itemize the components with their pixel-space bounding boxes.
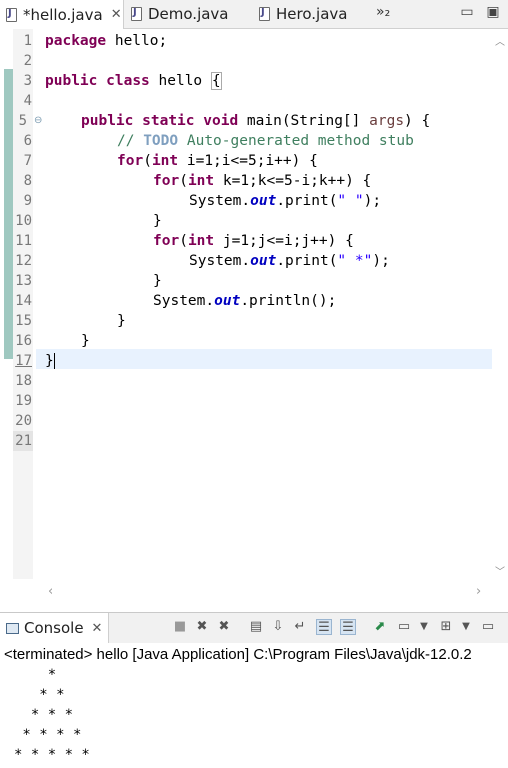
show-on-stdout-icon[interactable]: ☰: [316, 619, 332, 635]
code-line-16: }: [81, 333, 90, 349]
tab-overflow-button[interactable]: »₂: [376, 4, 390, 20]
java-file-icon: [259, 7, 270, 21]
tab-hello-java[interactable]: *hello.java ✕: [0, 0, 124, 29]
vertical-scrollbar[interactable]: ︿ ﹀: [492, 29, 508, 579]
line-number: 19: [15, 393, 32, 409]
line-number: 4: [23, 93, 32, 109]
open-console-icon[interactable]: ⊞: [438, 619, 454, 635]
minimize-icon[interactable]: ▭: [458, 3, 476, 21]
line-number: 16: [15, 333, 32, 349]
line-number: 15: [15, 313, 32, 329]
line-number: 21: [13, 431, 33, 451]
code-line-13: }: [153, 273, 162, 289]
code-line-5: public static void main(String[] args) {: [81, 113, 431, 129]
pin-console-icon[interactable]: ⬈: [372, 619, 388, 635]
code-line-6: // TODO Auto-generated method stub: [117, 133, 414, 149]
scroll-up-icon[interactable]: ︿: [495, 33, 505, 48]
line-number: 20: [15, 413, 32, 429]
change-marker: [4, 69, 13, 359]
output-line: * * *: [14, 707, 74, 723]
fold-collapse-icon[interactable]: ⊖: [34, 115, 42, 126]
editor-tab-bar: *hello.java ✕ Demo.java Hero.java »₂ ▭ ▣: [0, 0, 508, 29]
close-console-icon[interactable]: ✕: [92, 621, 103, 636]
java-file-icon: [6, 7, 17, 22]
tab-label: Demo.java: [148, 5, 229, 23]
code-line-9: System.out.print(" ");: [189, 193, 382, 209]
quick-diff-gutter: [0, 29, 13, 607]
console-icon: [6, 622, 19, 634]
output-line: * *: [14, 687, 65, 703]
code-line-11: for(int j=1;j<=i;j++) {: [153, 233, 354, 249]
output-line: * * * * *: [14, 747, 90, 763]
line-number: 5: [18, 113, 27, 129]
line-number: 12: [15, 253, 32, 269]
console-toolbar: Console ✕ ■ ✖ ✖ ▤ ⇩ ↵ ☰ ☰ ⬈ ▭ ▼ ⊞ ▼ ▭: [0, 612, 508, 644]
scroll-left-icon[interactable]: ‹: [48, 584, 53, 599]
line-number: 7: [23, 153, 32, 169]
code-line-3: public class hello {: [45, 72, 222, 90]
code-line-12: System.out.print(" *");: [189, 253, 390, 269]
maximize-icon[interactable]: ▣: [484, 3, 502, 21]
word-wrap-icon[interactable]: ↵: [292, 619, 308, 635]
code-line-1: package hello;: [45, 33, 168, 49]
code-line-14: System.out.println();: [153, 293, 337, 309]
line-number: 8: [23, 173, 32, 189]
console-output-area[interactable]: <terminated> hello [Java Application] C:…: [0, 643, 508, 768]
display-console-dropdown-icon[interactable]: ▼: [416, 619, 432, 635]
line-number: 11: [15, 233, 32, 249]
close-tab-icon[interactable]: ✕: [111, 7, 122, 22]
line-number: 6: [23, 133, 32, 149]
scroll-down-icon[interactable]: ﹀: [495, 563, 505, 578]
terminate-icon[interactable]: ■: [172, 619, 188, 635]
code-editor[interactable]: 1 2 3 4 5 6 7 8 9 10 11 12 13 14 15 16 1…: [0, 29, 508, 607]
line-number: 10: [15, 213, 32, 229]
remove-all-terminated-icon[interactable]: ✖: [216, 619, 232, 635]
scroll-lock-icon[interactable]: ⇩: [270, 619, 286, 635]
code-line-15: }: [117, 313, 126, 329]
java-file-icon: [131, 7, 142, 21]
remove-launch-icon[interactable]: ✖: [194, 619, 210, 635]
code-line-7: for(int i=1;i<=5;i++) {: [117, 153, 318, 169]
show-on-stderr-icon[interactable]: ☰: [340, 619, 356, 635]
code-line-10: }: [153, 213, 162, 229]
display-console-icon[interactable]: ▭: [396, 619, 412, 635]
output-line: * * * *: [14, 727, 82, 743]
tab-demo-java[interactable]: Demo.java: [131, 0, 229, 28]
console-status: <terminated> hello [Java Application] C:…: [4, 646, 472, 663]
line-number: 14: [15, 293, 32, 309]
scroll-right-icon[interactable]: ›: [476, 584, 481, 599]
tab-hero-java[interactable]: Hero.java: [259, 0, 347, 28]
open-console-dropdown-icon[interactable]: ▼: [458, 619, 474, 635]
current-line-highlight: [36, 349, 492, 369]
tab-label: Hero.java: [276, 5, 348, 23]
line-number: 18: [15, 373, 32, 389]
output-line: *: [14, 667, 57, 683]
horizontal-scrollbar[interactable]: ‹ ›: [36, 584, 492, 600]
tab-console[interactable]: Console ✕: [0, 613, 109, 643]
console-title: Console: [24, 619, 84, 637]
line-number: 13: [15, 273, 32, 289]
clear-console-icon[interactable]: ▤: [248, 619, 264, 635]
line-number: 17: [15, 353, 32, 369]
code-line-17: }: [45, 351, 64, 371]
tab-label: *hello.java: [23, 5, 103, 24]
line-number: 3: [23, 73, 32, 89]
code-line-8: for(int k=1;k<=5-i;k++) {: [153, 173, 372, 189]
line-number: 2: [23, 53, 32, 69]
line-number: 1: [23, 33, 32, 49]
minimize-console-icon[interactable]: ▭: [480, 619, 496, 635]
line-number: 9: [23, 193, 32, 209]
